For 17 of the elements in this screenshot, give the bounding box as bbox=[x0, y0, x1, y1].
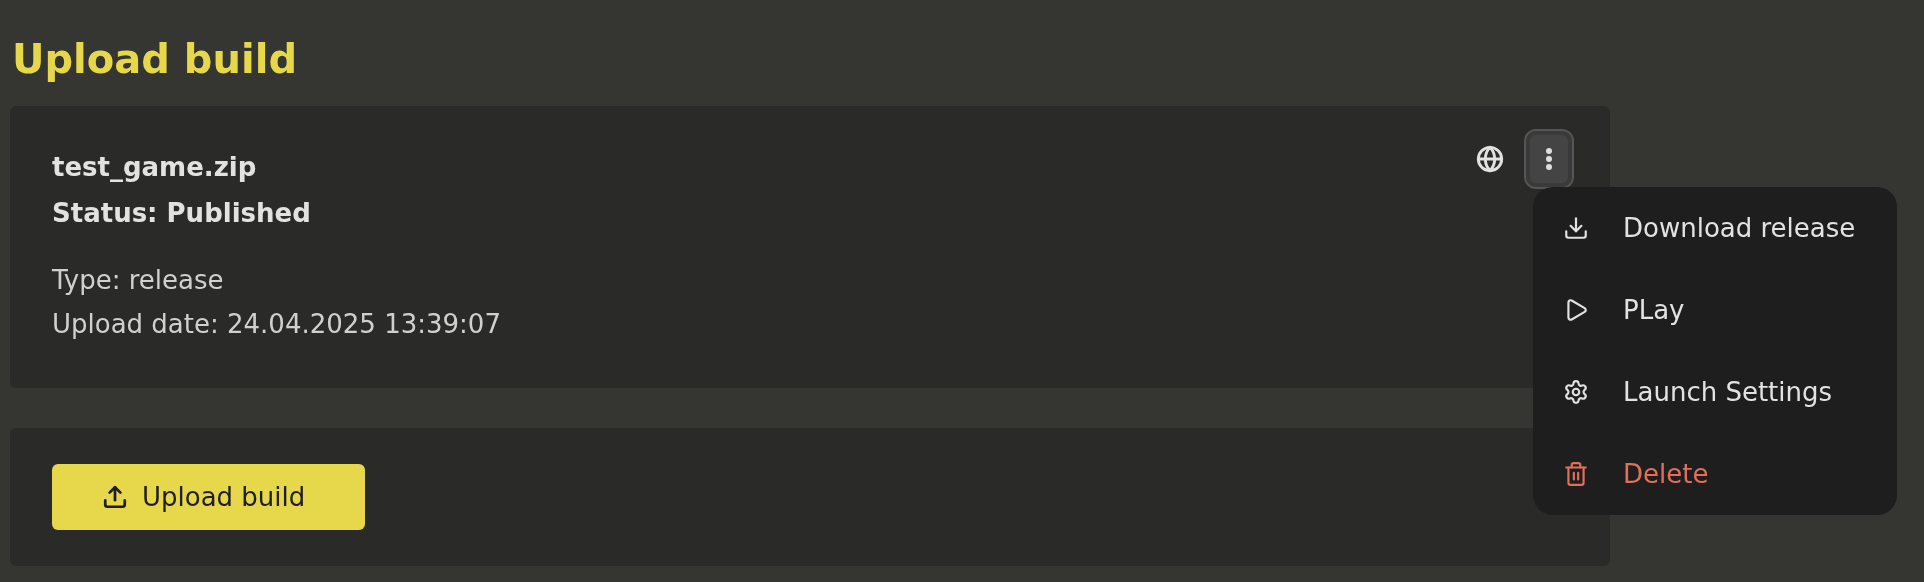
build-status: Status: Published bbox=[52, 197, 311, 230]
trash-icon bbox=[1563, 461, 1589, 487]
menu-item[interactable]: Launch Settings bbox=[1533, 351, 1897, 433]
menu-item[interactable]: PLay bbox=[1533, 269, 1897, 351]
upload-icon bbox=[102, 484, 128, 510]
upload-date: Upload date: 24.04.2025 13:39:07 bbox=[52, 308, 501, 341]
file-name: test_game.zip bbox=[52, 151, 257, 184]
gear-icon bbox=[1563, 379, 1589, 405]
menu-item[interactable]: Delete bbox=[1533, 433, 1897, 515]
more-options-button[interactable] bbox=[1526, 131, 1572, 187]
more-icon bbox=[1545, 147, 1553, 171]
download-icon bbox=[1563, 215, 1589, 241]
menu-item[interactable]: Download release bbox=[1533, 187, 1897, 269]
build-type: Type: release bbox=[52, 264, 224, 297]
page-title: Upload build bbox=[12, 35, 299, 84]
upload-build-button[interactable]: Upload build bbox=[52, 464, 366, 530]
globe-icon[interactable] bbox=[1476, 145, 1504, 173]
